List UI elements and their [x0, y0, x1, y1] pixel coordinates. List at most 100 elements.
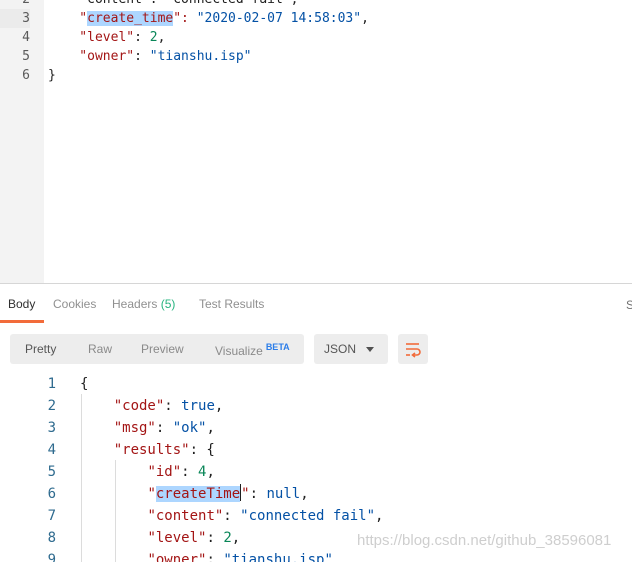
code-line: 6}	[0, 66, 632, 85]
line-number: 7	[47, 508, 56, 524]
code-token: ":	[173, 11, 197, 26]
code-text: "content": "connected fail",	[48, 0, 298, 9]
code-text: "create_time": "2020-02-07 14:58:03",	[48, 9, 369, 28]
code-token: "owner"	[147, 552, 207, 562]
code-token: :	[164, 398, 182, 414]
code-token: "connected fail"	[240, 508, 376, 524]
code-token: "tianshu.isp"	[223, 552, 333, 562]
view-raw-button[interactable]: Raw	[88, 342, 112, 356]
code-token: :	[181, 464, 199, 480]
code-line: 3 "create_time": "2020-02-07 14:58:03",	[0, 9, 632, 28]
code-text: "owner": "tianshu.isp"	[48, 47, 252, 66]
line-number: 1	[47, 376, 56, 392]
code-token: :	[206, 530, 224, 546]
code-text: "content": "connected fail",	[80, 505, 383, 527]
code-line: 5 "id": 4,	[0, 461, 632, 483]
view-visualize-button[interactable]: Visualize BETA	[215, 342, 290, 358]
view-pretty-button[interactable]: Pretty	[25, 342, 56, 356]
code-line: 5 "owner": "tianshu.isp"	[0, 47, 632, 66]
code-token: {	[80, 376, 89, 392]
code-line: 9 "owner": "tianshu.isp"	[0, 549, 632, 562]
wrap-lines-icon	[406, 343, 421, 358]
wrap-lines-button[interactable]	[398, 334, 428, 364]
code-token: ,	[231, 530, 241, 546]
code-line: 7 "content": "connected fail",	[0, 505, 632, 527]
code-token: "content"	[147, 508, 224, 524]
line-number: 8	[47, 530, 56, 546]
code-token: "content": "connected fail",	[48, 0, 298, 7]
code-token: ,	[206, 464, 215, 480]
code-line: 3 "msg": "ok",	[0, 417, 632, 439]
code-token: 2	[223, 530, 232, 546]
line-number: 5	[47, 464, 56, 480]
tab-cookies[interactable]: Cookies	[53, 297, 96, 311]
line-number: 4	[22, 30, 30, 45]
code-token: :	[155, 420, 173, 436]
line-number: 3	[0, 9, 30, 28]
response-toolbar: Pretty Raw Preview Visualize BETA JSON	[0, 324, 632, 372]
request-body-editor[interactable]: 2 "content": "connected fail",3 "create_…	[0, 0, 632, 283]
code-token: "2020-02-07 14:58:03"	[196, 11, 362, 26]
view-mode-segmented-control: Pretty Raw Preview Visualize BETA	[10, 334, 304, 364]
code-token: : {	[189, 442, 215, 458]
code-token: "results"	[113, 442, 190, 458]
line-number: 2	[47, 398, 56, 414]
code-token: "tianshu.isp"	[149, 49, 252, 64]
code-token: "ok"	[172, 420, 207, 436]
code-text: "msg": "ok",	[80, 417, 215, 439]
code-token: :	[134, 30, 150, 45]
code-token: "level"	[147, 530, 207, 546]
code-token: ,	[375, 508, 384, 524]
code-token: ,	[214, 398, 224, 414]
code-token: ,	[361, 11, 369, 26]
code-text: }	[48, 66, 56, 85]
response-status-truncated: S	[626, 298, 632, 312]
code-token: :	[249, 486, 267, 502]
tab-test-results[interactable]: Test Results	[199, 297, 264, 311]
code-text: "createTime": null,	[80, 483, 309, 505]
code-token: "	[48, 11, 88, 26]
active-tab-indicator	[0, 320, 44, 323]
line-number: 6	[47, 486, 56, 502]
line-number: 2	[0, 0, 30, 9]
code-token: 2	[149, 30, 158, 45]
tab-headers[interactable]: Headers (5)	[112, 297, 175, 311]
code-text: "level": 2,	[80, 527, 240, 549]
code-line: 2 "content": "connected fail",	[0, 0, 632, 9]
code-token: null	[266, 486, 301, 502]
code-token: "msg"	[113, 420, 156, 436]
tab-body[interactable]: Body	[8, 297, 35, 311]
code-token: "	[241, 486, 250, 502]
headers-count-badge: (5)	[160, 297, 176, 311]
line-number: 6	[22, 68, 30, 83]
line-number: 3	[47, 420, 56, 436]
code-token: :	[206, 552, 224, 562]
line-number: 9	[47, 552, 56, 562]
code-token: ,	[300, 486, 309, 502]
code-line: 2 "code": true,	[0, 395, 632, 417]
code-text: "code": true,	[80, 395, 224, 417]
selected-token: create_time	[87, 11, 174, 26]
code-token: "owner"	[48, 49, 135, 64]
code-token: ,	[206, 420, 215, 436]
line-number: 4	[47, 442, 56, 458]
watermark-text: https://blog.csdn.net/github_38596081	[357, 532, 612, 549]
code-token: }	[48, 68, 56, 83]
code-token: "code"	[113, 398, 165, 414]
code-text: "results": {	[80, 439, 215, 461]
code-token: :	[134, 49, 150, 64]
code-line: 6 "createTime": null,	[0, 483, 632, 505]
code-text: "level": 2,	[48, 28, 165, 47]
code-token: true	[181, 398, 215, 414]
code-token: ,	[157, 30, 166, 45]
code-token: "id"	[147, 464, 182, 480]
format-select[interactable]: JSON	[314, 334, 388, 364]
view-preview-button[interactable]: Preview	[141, 342, 184, 356]
